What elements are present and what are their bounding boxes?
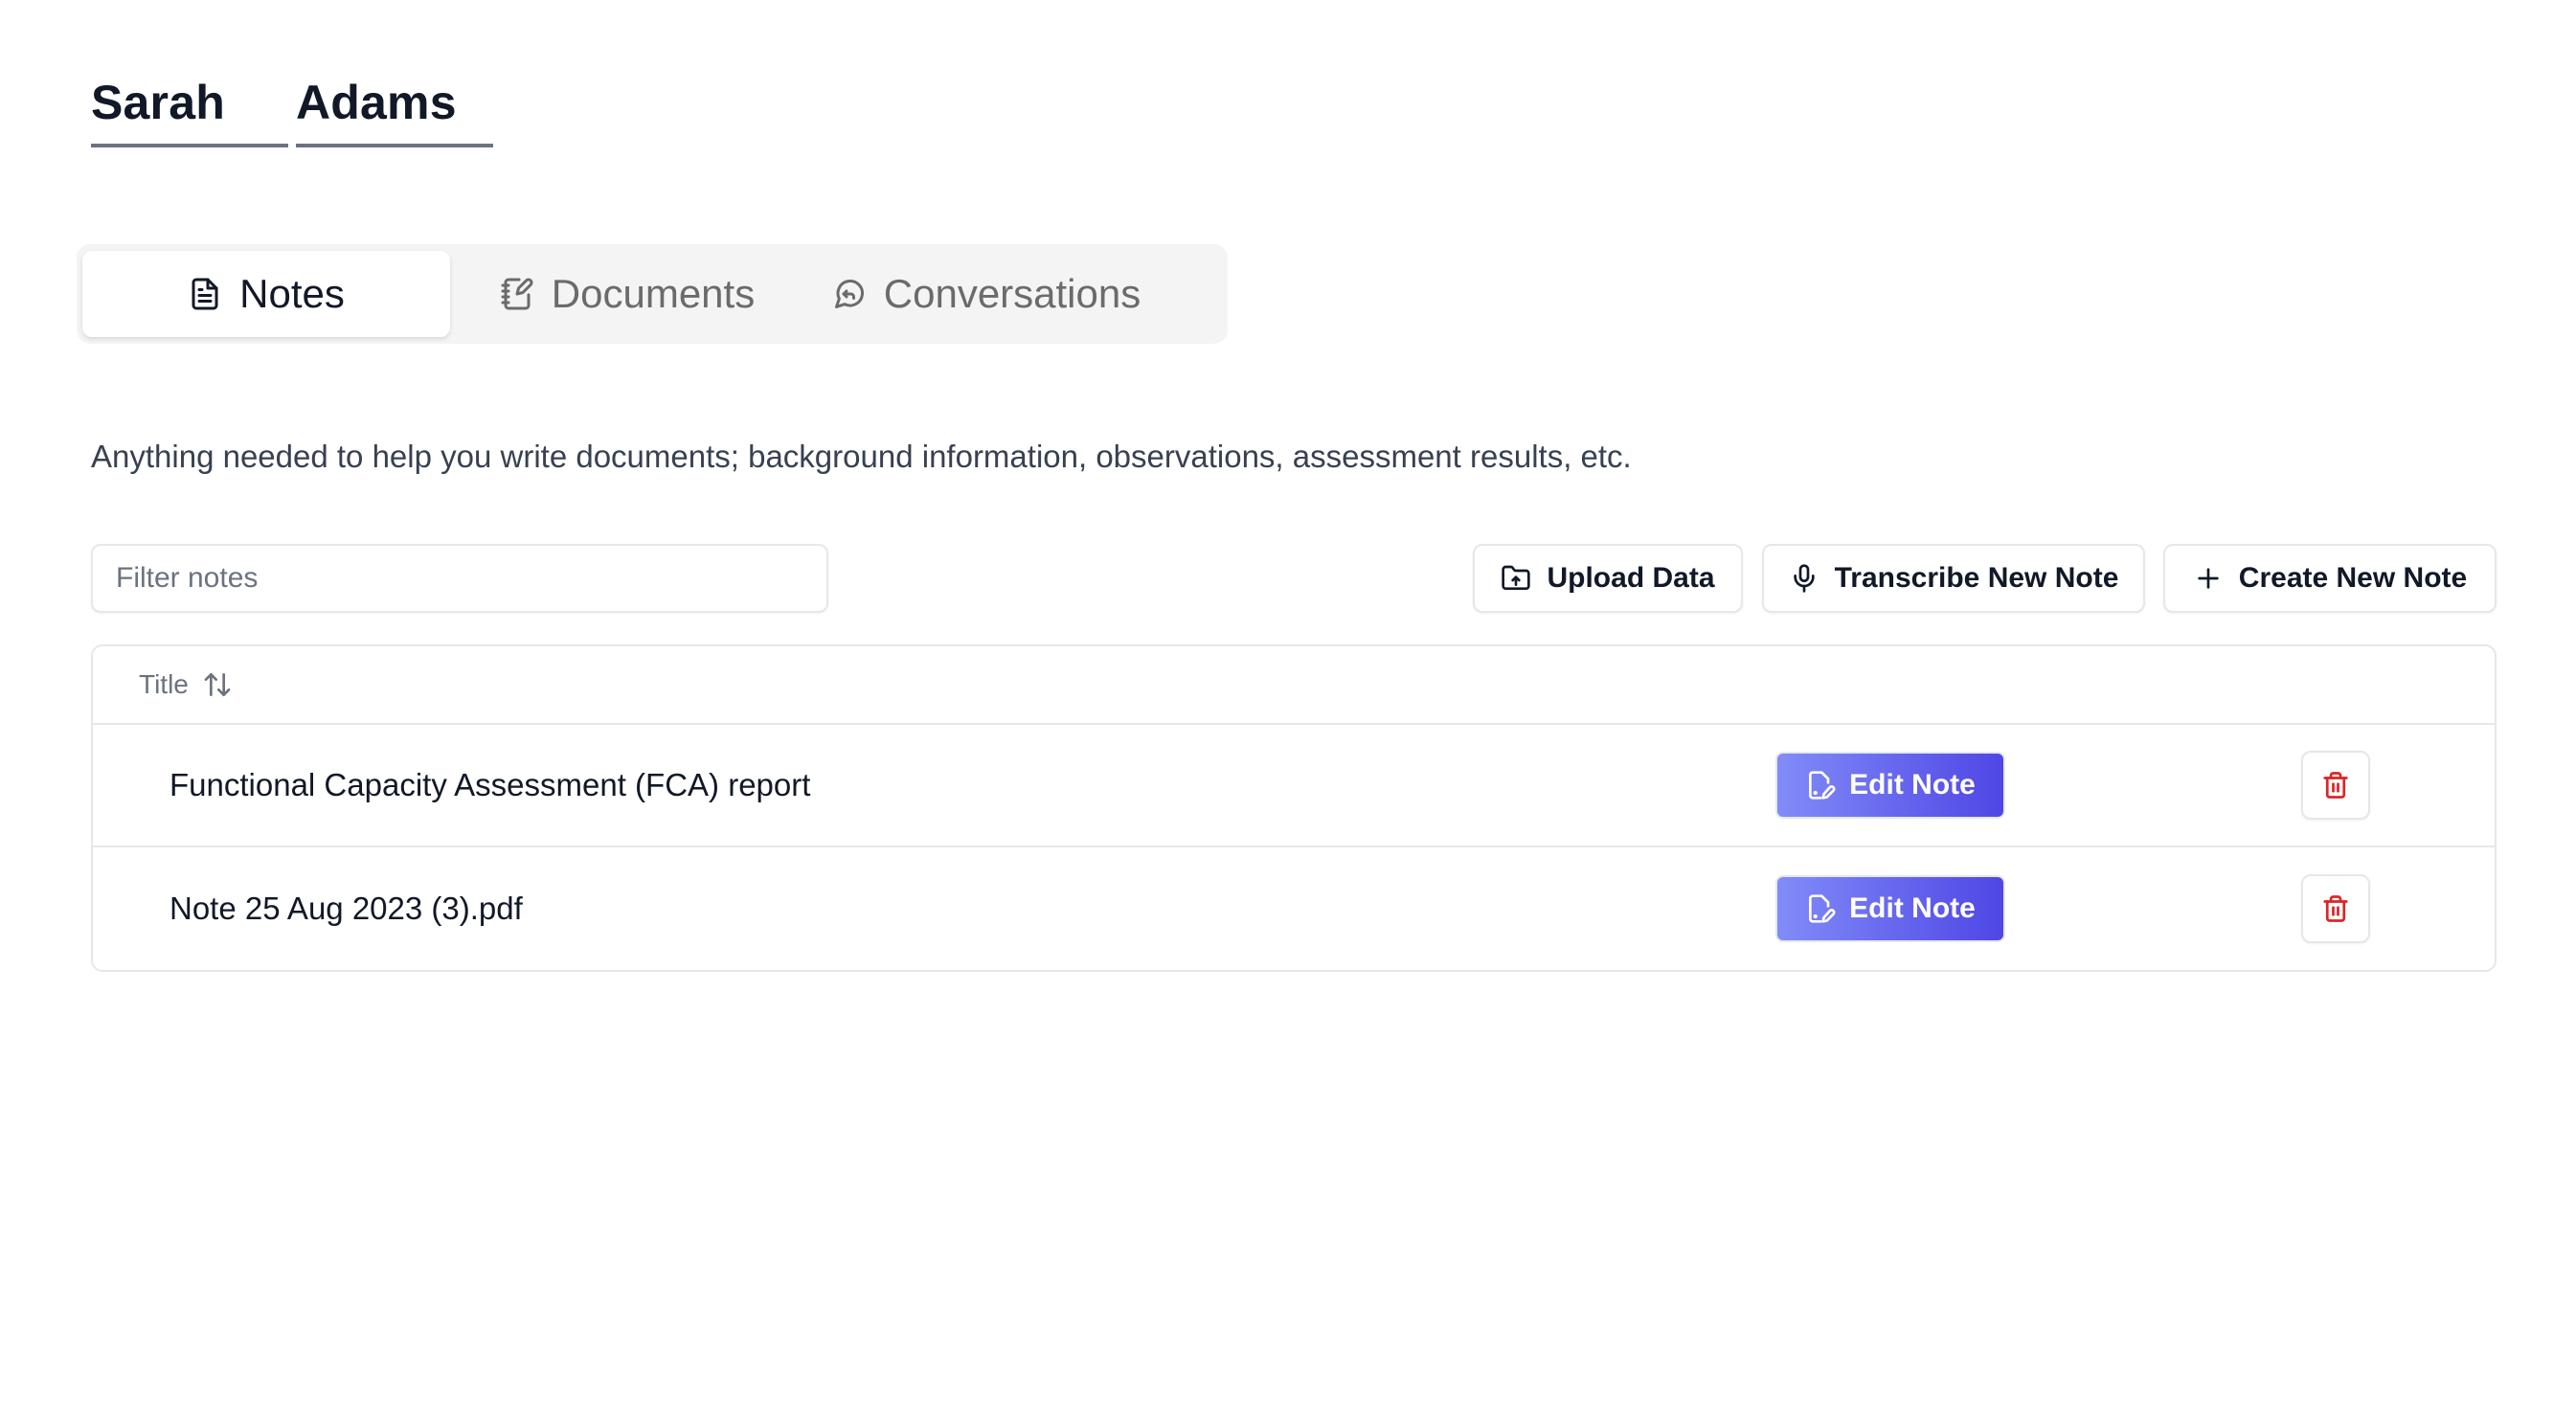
person-name: Sarah Adams [91, 75, 493, 147]
tab-conversations-label: Conversations [883, 271, 1141, 316]
edit-note-button[interactable]: Edit Note [1775, 752, 2005, 819]
folder-upload-icon [1502, 565, 1531, 590]
last-name-field[interactable]: Adams [296, 75, 493, 147]
chat-reply-icon [834, 280, 864, 308]
tab-documents[interactable]: Documents [450, 251, 804, 337]
tab-notes-label: Notes [239, 271, 345, 316]
edit-note-label: Edit Note [1849, 769, 1976, 801]
tab-notes[interactable]: Notes [82, 251, 450, 337]
table-header: Title [93, 646, 2495, 725]
upload-data-label: Upload Data [1547, 562, 1715, 594]
note-title[interactable]: Note 25 Aug 2023 (3).pdf [169, 891, 523, 927]
column-header-title[interactable]: Title [139, 669, 189, 700]
create-new-note-button[interactable]: Create New Note [2163, 544, 2497, 613]
first-name: Sarah [91, 76, 225, 129]
transcribe-new-note-button[interactable]: Transcribe New Note [1762, 544, 2145, 613]
microphone-icon [1793, 564, 1815, 593]
table-row: Functional Capacity Assessment (FCA) rep… [93, 725, 2495, 847]
delete-note-button[interactable] [2301, 874, 2370, 943]
delete-note-button[interactable] [2301, 751, 2370, 820]
trash-icon [2323, 895, 2348, 922]
tab-documents-label: Documents [551, 271, 756, 316]
trash-icon [2323, 772, 2348, 799]
file-text-icon [192, 278, 218, 310]
plus-icon [2198, 568, 2219, 589]
last-name: Adams [296, 76, 457, 129]
notebook-pen-icon [501, 278, 533, 310]
notes-table: Title Functional Capacity Assessment (FC… [91, 644, 2497, 972]
filter-notes-input[interactable] [91, 544, 828, 613]
first-name-field[interactable]: Sarah [91, 75, 288, 147]
file-edit-icon [1809, 894, 1836, 923]
create-new-note-label: Create New Note [2238, 562, 2468, 594]
note-title[interactable]: Functional Capacity Assessment (FCA) rep… [169, 767, 810, 803]
transcribe-new-note-label: Transcribe New Note [1834, 562, 2119, 594]
section-description: Anything needed to help you write docume… [91, 439, 1632, 474]
file-edit-icon [1809, 771, 1836, 800]
tab-conversations[interactable]: Conversations [804, 251, 1168, 337]
tab-bar: Notes Documents Conversations [77, 244, 1228, 344]
table-row: Note 25 Aug 2023 (3).pdf Edit Note [93, 847, 2495, 970]
sort-arrows-icon[interactable] [202, 669, 233, 700]
edit-note-label: Edit Note [1849, 892, 1976, 924]
upload-data-button[interactable]: Upload Data [1473, 544, 1743, 613]
edit-note-button[interactable]: Edit Note [1775, 875, 2005, 942]
